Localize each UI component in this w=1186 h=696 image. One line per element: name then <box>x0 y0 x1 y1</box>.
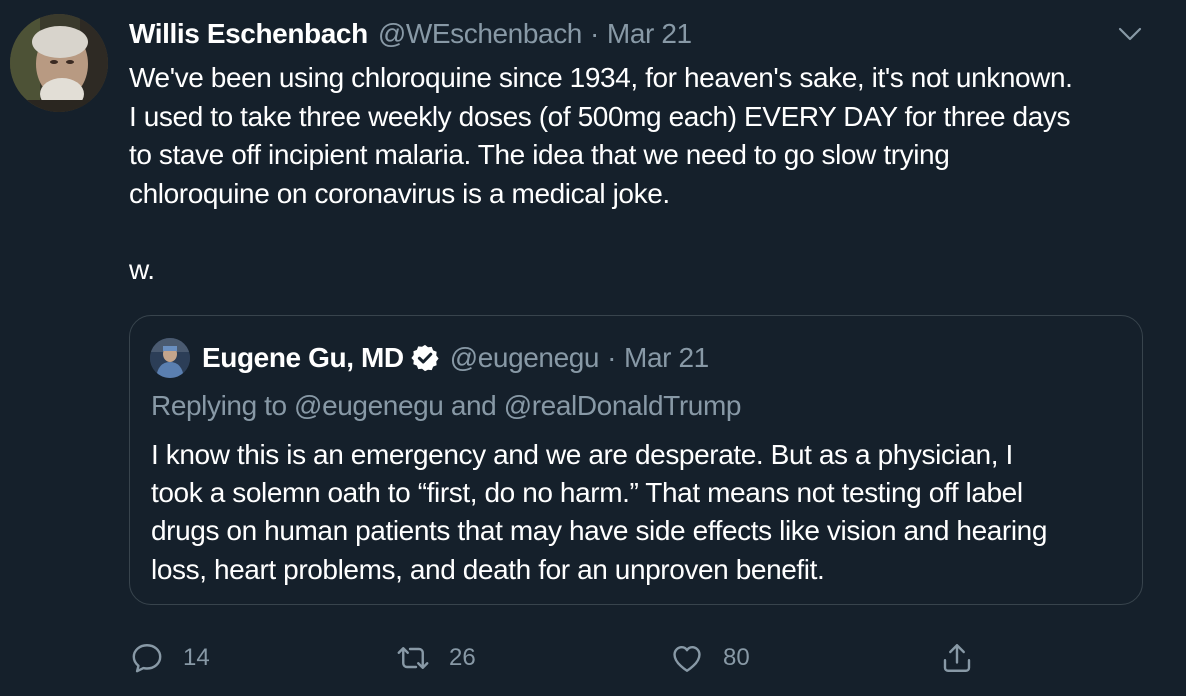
author-avatar-image <box>10 14 108 112</box>
share-icon <box>943 644 971 672</box>
author-name[interactable]: Willis Eschenbach <box>129 18 368 50</box>
quoted-author-avatar <box>150 338 190 378</box>
quoted-tweet-header: Eugene Gu, MD @eugenegu · Mar 21 <box>202 338 709 378</box>
quoted-tweet-body: I know this is an emergency and we are d… <box>151 436 1136 589</box>
tweet-date[interactable]: Mar 21 <box>607 18 692 50</box>
reply-count: 14 <box>183 644 210 671</box>
author-avatar[interactable] <box>10 14 108 112</box>
quoted-body-line: took a solemn oath to “first, do no harm… <box>151 477 1023 509</box>
replying-to: Replying to @eugenegu and @realDonaldTru… <box>151 390 742 421</box>
quoted-tweet-card[interactable]: Eugene Gu, MD @eugenegu · Mar 21 Replyin… <box>129 315 1143 605</box>
quoted-header-separator: · <box>607 342 617 373</box>
retweet-count: 26 <box>449 644 476 671</box>
chevron-down-icon[interactable] <box>1114 18 1146 50</box>
quoted-author-name: Eugene Gu, MD <box>202 342 404 373</box>
tweet-header: Willis Eschenbach @WEschenbach · Mar 21 <box>129 14 692 54</box>
tweet-actions: 14 26 80 <box>129 636 989 680</box>
tweet[interactable]: Willis Eschenbach @WEschenbach · Mar 21 … <box>0 0 1186 696</box>
quoted-tweet-date: Mar 21 <box>624 342 709 373</box>
like-button[interactable]: 80 <box>669 636 750 680</box>
tweet-body-line: We've been using chloroquine since 1934,… <box>129 62 1073 93</box>
quoted-body-line: drugs on human patients that may have si… <box>151 515 1048 547</box>
header-separator: · <box>589 18 599 49</box>
tweet-body-line: to stave off incipient malaria. The idea… <box>129 139 950 170</box>
share-button[interactable] <box>939 636 975 680</box>
quoted-body-line: loss, heart problems, and death for an u… <box>151 553 825 585</box>
reply-button[interactable]: 14 <box>129 636 210 680</box>
quoted-body-line: I know this is an emergency and we are d… <box>151 439 1013 470</box>
reply-icon <box>132 644 162 673</box>
tweet-body: We've been using chloroquine since 1934,… <box>129 59 1159 290</box>
retweet-button[interactable]: 26 <box>395 636 476 680</box>
heart-icon <box>673 646 701 672</box>
quoted-author-avatar-image <box>150 338 190 378</box>
retweet-icon <box>397 647 429 669</box>
verified-badge-icon <box>410 343 440 373</box>
tweet-body-line: I used to take three weekly doses (of 50… <box>129 100 1071 132</box>
author-handle[interactable]: @WEschenbach <box>378 18 583 50</box>
tweet-body-line: chloroquine on coronavirus is a medical … <box>129 177 670 209</box>
quoted-author-handle: @eugenegu <box>449 342 600 373</box>
tweet-signature: w. <box>129 254 155 285</box>
like-count: 80 <box>723 644 750 671</box>
